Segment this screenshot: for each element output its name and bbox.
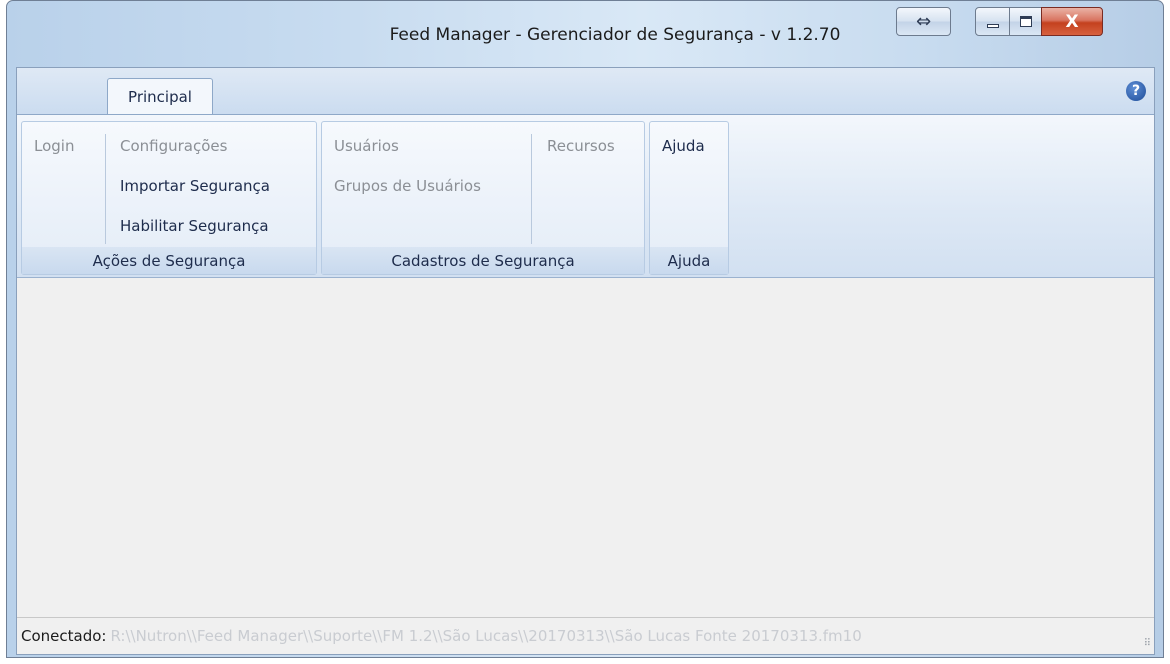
separator — [105, 134, 106, 244]
recursos-button[interactable]: Recursos — [547, 137, 615, 155]
habilitar-seguranca-button[interactable]: Habilitar Segurança — [120, 217, 269, 235]
title-bar[interactable]: Feed Manager - Gerenciador de Segurança … — [7, 1, 1163, 67]
resize-grip-icon[interactable]: ⠿ — [1144, 638, 1151, 649]
ribbon-panel: Login Configurações Importar Segurança H… — [17, 114, 1154, 278]
ajuda-button[interactable]: Ajuda — [662, 137, 705, 155]
maximize-icon — [1019, 16, 1032, 27]
minimize-button[interactable] — [975, 7, 1010, 36]
close-button[interactable]: X — [1041, 7, 1103, 36]
tab-principal[interactable]: Principal — [107, 78, 213, 115]
grupos-de-usuarios-button[interactable]: Grupos de Usuários — [334, 177, 481, 195]
minimize-icon — [986, 24, 999, 28]
group-caption: Ajuda — [650, 247, 728, 274]
separator — [531, 134, 532, 244]
configuracoes-button[interactable]: Configurações — [120, 137, 227, 155]
group-caption: Cadastros de Segurança — [322, 247, 644, 274]
group-caption: Ações de Segurança — [22, 247, 316, 274]
ribbon-tab-strip: Principal ? — [17, 68, 1154, 115]
group-ajuda: Ajuda Ajuda — [649, 121, 729, 275]
client-area: Principal ? Login Configurações Importar… — [16, 67, 1155, 655]
login-button[interactable]: Login — [34, 137, 74, 155]
connection-path: R:\\Nutron\\Feed Manager\\Suporte\\FM 1.… — [110, 627, 862, 645]
usuarios-button[interactable]: Usuários — [334, 137, 399, 155]
group-acoes-de-seguranca: Login Configurações Importar Segurança H… — [21, 121, 317, 275]
status-label: Conectado: — [21, 627, 107, 645]
help-icon[interactable]: ? — [1126, 81, 1146, 101]
status-bar: Conectado: R:\\Nutron\\Feed Manager\\Sup… — [17, 617, 1154, 654]
maximize-button[interactable] — [1009, 7, 1042, 36]
importar-seguranca-button[interactable]: Importar Segurança — [120, 177, 270, 195]
group-cadastros-de-seguranca: Usuários Grupos de Usuários Recursos Cad… — [321, 121, 645, 275]
app-window: Feed Manager - Gerenciador de Segurança … — [6, 0, 1164, 658]
expand-button[interactable]: ⇔ — [896, 7, 951, 36]
